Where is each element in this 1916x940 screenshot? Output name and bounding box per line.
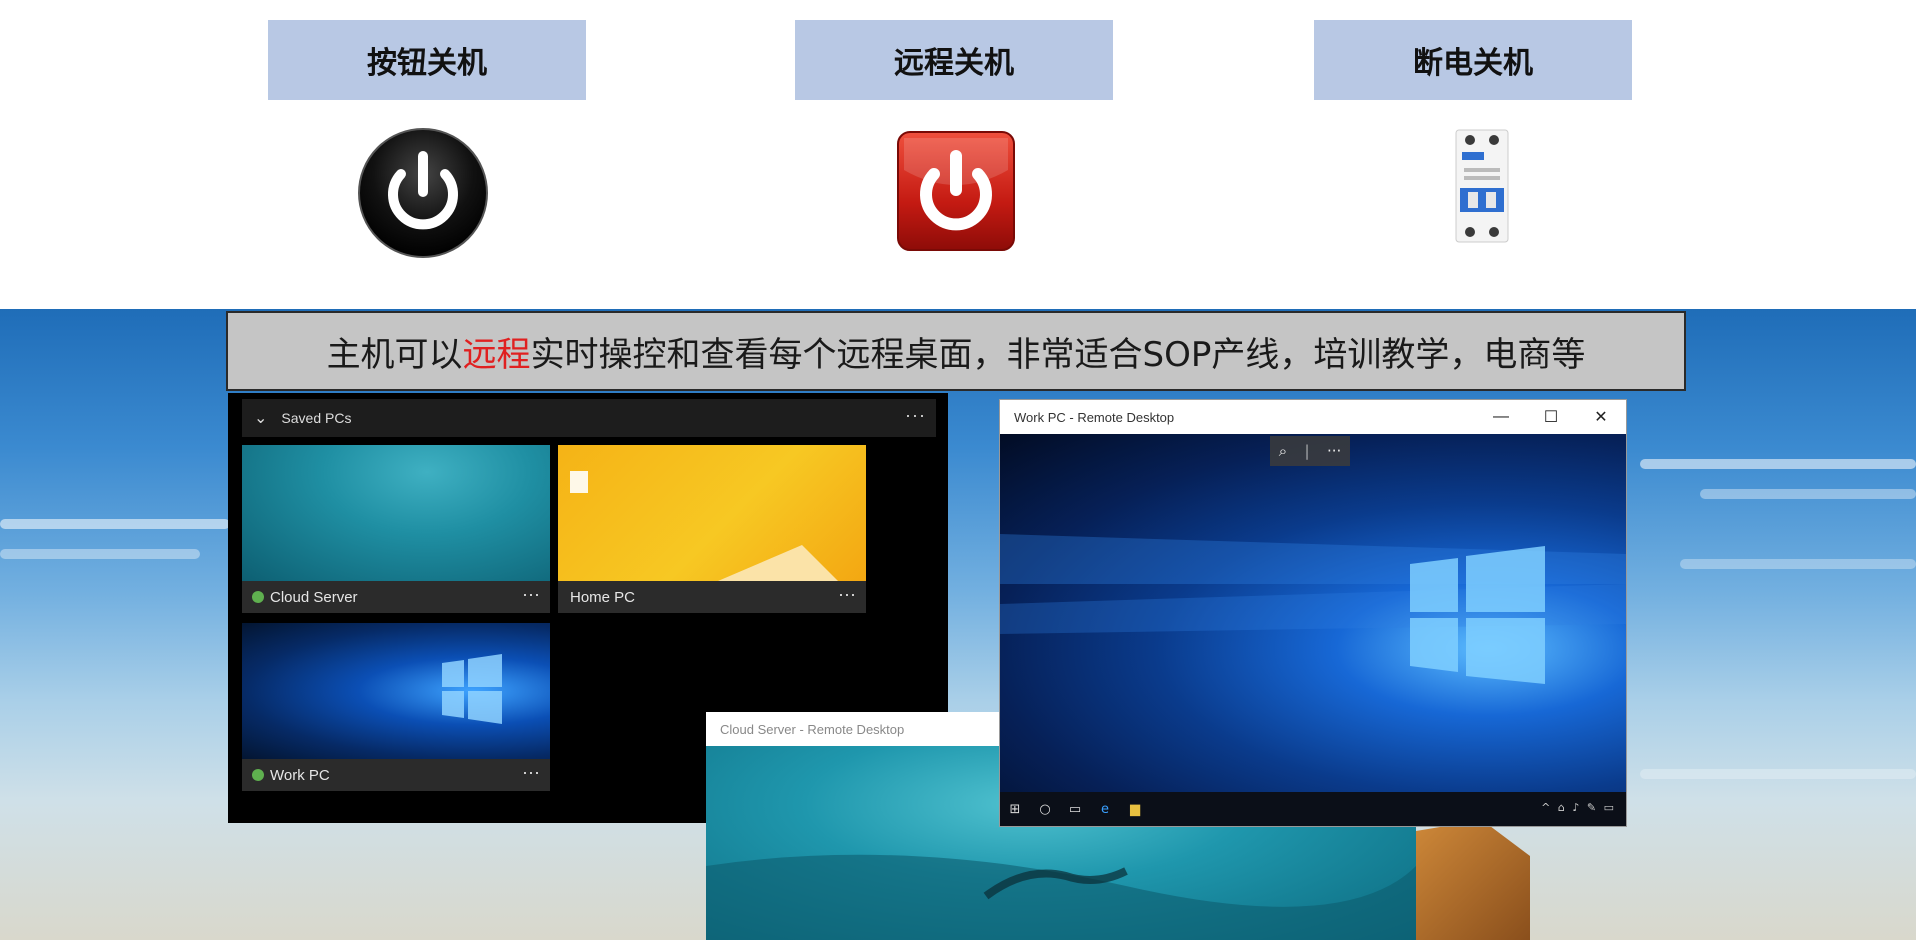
pc-tile-work-pc[interactable]: Work PC ··· bbox=[242, 623, 550, 791]
pc-name: Cloud Server bbox=[270, 588, 358, 606]
pc-more-button[interactable]: ··· bbox=[522, 762, 540, 783]
taskbar: ⊞ ○ ▭ e ▆ ^ ⌂ ♪ ✎ ▭ bbox=[1000, 792, 1626, 826]
pc-thumbnail bbox=[558, 445, 866, 581]
windows-logo-icon bbox=[1000, 534, 1626, 684]
banner-prefix: 主机可以 bbox=[326, 334, 463, 375]
pc-more-button[interactable]: ··· bbox=[838, 584, 856, 605]
task-view-icon[interactable]: ▭ bbox=[1060, 802, 1090, 817]
pc-tile-bar: Home PC ··· bbox=[558, 581, 866, 613]
pc-tile-bar: Work PC ··· bbox=[242, 759, 550, 791]
window-titlebar[interactable]: Work PC - Remote Desktop — ☐ ✕ bbox=[1000, 400, 1626, 434]
pc-thumbnail bbox=[242, 445, 550, 581]
cortana-icon[interactable]: ○ bbox=[1030, 802, 1060, 817]
pc-more-button[interactable]: ··· bbox=[522, 584, 540, 605]
banner-suffix: 实时操控和查看每个远程桌面，非常适合SOP产线，培训教学，电商等 bbox=[530, 334, 1586, 375]
feature-banner: 主机可以 远程 实时操控和查看每个远程桌面，非常适合SOP产线，培训教学，电商等 bbox=[226, 311, 1686, 391]
banner-highlight: 远程 bbox=[462, 334, 531, 375]
label-power-cut-shutdown: 断电关机 bbox=[1314, 20, 1632, 100]
label-remote-shutdown: 远程关机 bbox=[795, 20, 1113, 100]
pc-name: Home PC bbox=[570, 588, 636, 606]
window-title: Cloud Server - Remote Desktop bbox=[720, 721, 905, 737]
pc-tile-bar: Cloud Server ··· bbox=[242, 581, 550, 613]
status-online-icon bbox=[252, 769, 264, 781]
label-button-shutdown: 按钮关机 bbox=[268, 20, 586, 100]
label-power-cut-shutdown-text: 断电关机 bbox=[1413, 46, 1533, 81]
remote-power-icon bbox=[896, 130, 1016, 256]
remote-desktop-view[interactable]: ⌕ | ··· bbox=[1000, 434, 1626, 792]
pc-thumbnail bbox=[242, 623, 550, 759]
saved-pcs-title: Saved PCs bbox=[281, 410, 352, 426]
window-title: Work PC - Remote Desktop bbox=[1014, 409, 1175, 425]
circuit-breaker-icon bbox=[1454, 128, 1510, 248]
minimize-button[interactable]: — bbox=[1476, 400, 1526, 434]
label-remote-shutdown-text: 远程关机 bbox=[894, 46, 1014, 81]
saved-pcs-header[interactable]: ⌄ Saved PCs ··· bbox=[242, 399, 936, 437]
windows-logo-icon bbox=[442, 654, 502, 724]
chevron-down-icon[interactable]: ⌄ bbox=[254, 408, 267, 428]
power-button-icon bbox=[356, 126, 490, 264]
recycle-bin-icon bbox=[570, 471, 588, 493]
pc-tile-cloud-server[interactable]: Cloud Server ··· bbox=[242, 445, 550, 613]
edge-icon[interactable]: e bbox=[1090, 802, 1120, 817]
label-button-shutdown-text: 按钮关机 bbox=[367, 46, 487, 81]
work-pc-window[interactable]: Work PC - Remote Desktop — ☐ ✕ ⌕ | ··· ⊞… bbox=[1000, 400, 1626, 826]
maximize-button[interactable]: ☐ bbox=[1526, 400, 1576, 434]
status-online-icon bbox=[252, 591, 264, 603]
pc-name: Work PC bbox=[270, 766, 330, 784]
close-button[interactable]: ✕ bbox=[1576, 400, 1626, 434]
windows-logo-icon[interactable]: ⊞ bbox=[1000, 802, 1030, 817]
pc-tile-home-pc[interactable]: Home PC ··· bbox=[558, 445, 866, 613]
decoration bbox=[718, 545, 838, 581]
system-tray[interactable]: ^ ⌂ ♪ ✎ ▭ bbox=[1541, 801, 1616, 814]
saved-pcs-more-button[interactable]: ··· bbox=[905, 405, 926, 426]
file-explorer-icon[interactable]: ▆ bbox=[1120, 802, 1150, 817]
